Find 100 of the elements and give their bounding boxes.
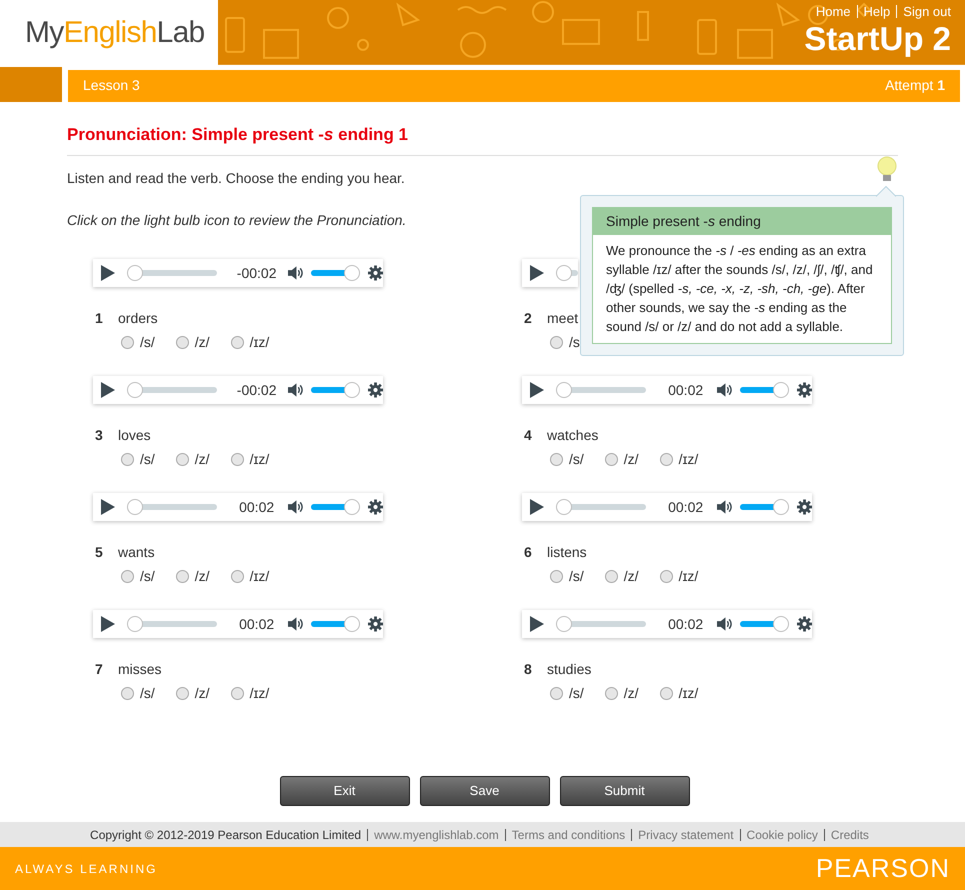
seek-thumb[interactable] xyxy=(556,616,572,632)
volume-track[interactable] xyxy=(311,499,360,516)
option-label[interactable]: /z/ xyxy=(194,332,210,354)
radio-button[interactable] xyxy=(660,453,673,466)
radio-button[interactable] xyxy=(604,570,618,584)
speaker-icon[interactable] xyxy=(717,617,732,632)
radio-button[interactable] xyxy=(660,687,673,700)
radio-button[interactable] xyxy=(604,687,618,700)
volume-thumb[interactable] xyxy=(772,382,789,398)
seek-track[interactable] xyxy=(127,616,218,632)
option-label[interactable]: /s/ xyxy=(140,683,155,704)
option-label[interactable]: /z/ xyxy=(624,449,639,470)
radio-button[interactable] xyxy=(176,687,189,700)
play-icon[interactable] xyxy=(530,499,544,516)
option-label[interactable]: /z/ xyxy=(194,566,210,588)
volume-thumb[interactable] xyxy=(344,499,360,516)
settings-icon[interactable] xyxy=(368,382,383,398)
speaker-icon[interactable] xyxy=(288,383,304,398)
seek-thumb[interactable] xyxy=(556,382,572,398)
option-label[interactable]: /ɪz/ xyxy=(678,449,698,470)
radio-button[interactable] xyxy=(121,687,134,700)
radio-button[interactable] xyxy=(230,570,244,584)
speaker-icon[interactable] xyxy=(717,500,732,514)
radio-button[interactable] xyxy=(604,453,618,466)
volume-track[interactable] xyxy=(740,499,789,516)
volume-track[interactable] xyxy=(740,382,789,398)
settings-icon[interactable] xyxy=(368,616,383,632)
volume-track[interactable] xyxy=(311,382,360,398)
action-button[interactable]: Submit xyxy=(560,776,690,806)
seek-thumb[interactable] xyxy=(556,265,572,282)
option-label[interactable]: /ɪz/ xyxy=(250,566,270,588)
volume-thumb[interactable] xyxy=(772,616,789,632)
option-label[interactable]: /z/ xyxy=(194,683,210,704)
option-label[interactable]: /ɪz/ xyxy=(250,332,270,354)
seek-track[interactable] xyxy=(127,265,218,282)
volume-thumb[interactable] xyxy=(344,265,360,282)
option-label[interactable]: /s/ xyxy=(569,566,584,588)
radio-button[interactable] xyxy=(550,570,563,584)
speaker-icon[interactable] xyxy=(288,266,304,280)
action-button[interactable]: Save xyxy=(420,776,550,806)
seek-thumb[interactable] xyxy=(127,382,143,398)
footer-link[interactable]: Cookie policy xyxy=(740,828,824,841)
footer-link[interactable]: Credits xyxy=(824,828,875,841)
volume-track[interactable] xyxy=(311,265,360,282)
play-icon[interactable] xyxy=(530,265,544,282)
play-icon[interactable] xyxy=(101,265,115,282)
lightbulb-icon[interactable] xyxy=(877,156,897,184)
radio-button[interactable] xyxy=(176,453,189,466)
radio-button[interactable] xyxy=(176,570,189,584)
seek-track[interactable] xyxy=(556,499,646,516)
option-label[interactable]: /s/ xyxy=(569,449,584,470)
play-icon[interactable] xyxy=(101,499,115,516)
speaker-icon[interactable] xyxy=(288,617,304,632)
play-icon[interactable] xyxy=(530,382,544,398)
play-icon[interactable] xyxy=(101,616,115,632)
radio-button[interactable] xyxy=(121,336,134,350)
radio-button[interactable] xyxy=(121,570,134,584)
seek-thumb[interactable] xyxy=(127,499,143,516)
option-label[interactable]: /ɪz/ xyxy=(250,449,270,470)
settings-icon[interactable] xyxy=(368,265,383,282)
option-label[interactable]: /ɪz/ xyxy=(678,683,698,704)
option-label[interactable]: /s xyxy=(569,332,580,354)
seek-track[interactable] xyxy=(127,499,218,516)
settings-icon[interactable] xyxy=(796,616,812,632)
option-label[interactable]: /ɪz/ xyxy=(250,683,270,704)
speaker-icon[interactable] xyxy=(288,500,304,514)
action-button[interactable]: Exit xyxy=(280,776,410,806)
play-icon[interactable] xyxy=(530,616,544,632)
radio-button[interactable] xyxy=(550,336,563,350)
footer-link[interactable]: Terms and conditions xyxy=(504,828,632,841)
seek-thumb[interactable] xyxy=(556,499,572,516)
radio-button[interactable] xyxy=(121,453,134,466)
volume-track[interactable] xyxy=(311,616,360,632)
settings-icon[interactable] xyxy=(796,382,812,398)
option-label[interactable]: /z/ xyxy=(624,683,639,704)
volume-thumb[interactable] xyxy=(344,616,360,632)
seek-track[interactable] xyxy=(556,382,646,398)
footer-link[interactable]: Privacy statement xyxy=(631,828,740,841)
option-label[interactable]: /s/ xyxy=(569,683,584,704)
volume-track[interactable] xyxy=(740,616,789,632)
option-label[interactable]: /s/ xyxy=(140,449,155,470)
settings-icon[interactable] xyxy=(796,499,812,516)
option-label[interactable]: /s/ xyxy=(140,332,155,354)
seek-track[interactable] xyxy=(127,382,218,398)
seek-thumb[interactable] xyxy=(127,265,143,282)
option-label[interactable]: /z/ xyxy=(624,566,639,588)
radio-button[interactable] xyxy=(230,453,244,466)
option-label[interactable]: /ɪz/ xyxy=(678,566,698,588)
seek-track[interactable] xyxy=(556,265,578,282)
footer-link[interactable]: www.myenglishlab.com xyxy=(367,828,505,841)
logo[interactable]: MyEnglishLab xyxy=(25,10,204,55)
seek-track[interactable] xyxy=(556,616,646,632)
radio-button[interactable] xyxy=(550,687,563,700)
option-label[interactable]: /s/ xyxy=(140,566,155,588)
radio-button[interactable] xyxy=(176,336,189,350)
option-label[interactable]: /z/ xyxy=(194,449,210,470)
volume-thumb[interactable] xyxy=(772,499,789,516)
speaker-icon[interactable] xyxy=(717,383,732,398)
volume-thumb[interactable] xyxy=(344,382,360,398)
radio-button[interactable] xyxy=(230,687,244,700)
